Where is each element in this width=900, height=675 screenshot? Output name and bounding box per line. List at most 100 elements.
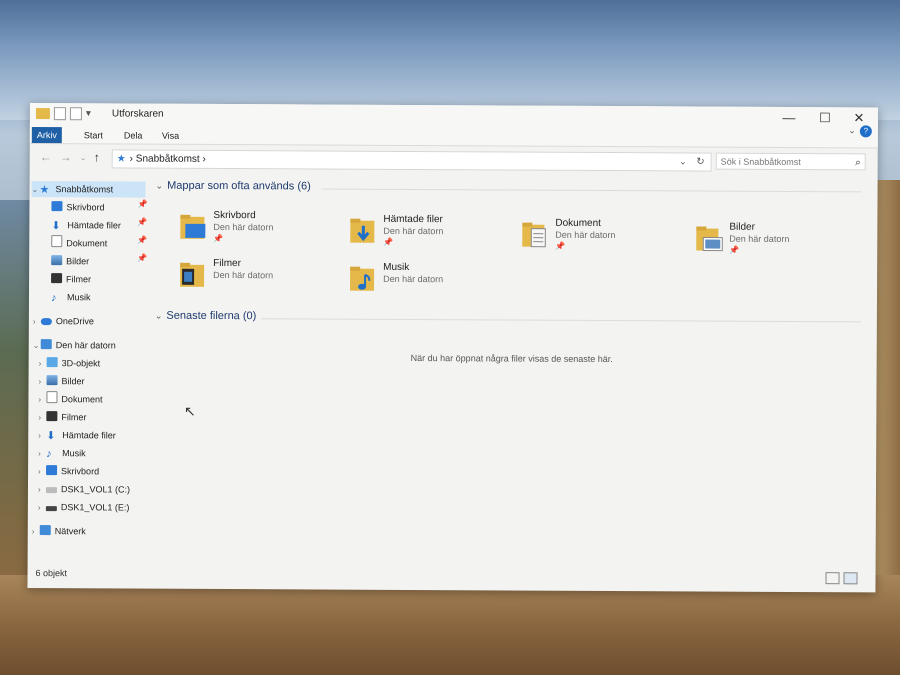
customize-toolbar-icon[interactable]: ▾ xyxy=(86,108,91,119)
cloud-icon xyxy=(40,318,52,326)
expand-arrow-icon[interactable]: › xyxy=(38,392,46,408)
download-arrow-icon: ⬇ xyxy=(51,220,61,233)
sidebar-item-onedrive[interactable]: › OneDrive xyxy=(33,313,94,329)
folder-tile-hamtade-filer[interactable]: Hämtade filer Den här datorn 📌 xyxy=(349,212,509,255)
desktop-wallpaper-sky xyxy=(0,0,900,120)
folder-tile-bilder[interactable]: Bilder Den här datorn 📌 xyxy=(695,219,855,262)
tab-visa[interactable]: Visa xyxy=(156,128,185,144)
pin-icon: 📌 xyxy=(213,233,224,244)
frequent-folders-header[interactable]: ⌄ Mappar som ofta används (6) xyxy=(156,180,311,193)
breadcrumb-quick-access[interactable]: Snabbåtkomst xyxy=(136,154,200,165)
pin-icon[interactable]: 📌 xyxy=(137,254,147,263)
quick-access-toolbar: ▾ xyxy=(35,107,91,121)
minimize-button[interactable]: — xyxy=(774,109,804,127)
back-arrow-icon[interactable]: ← xyxy=(40,150,52,164)
refresh-icon[interactable]: ↻ xyxy=(696,153,704,170)
sidebar-item-den-har-datorn[interactable]: ⌄ Den här datorn xyxy=(33,337,116,353)
sidebar-item-pc-skrivbord[interactable]: › Skrivbord xyxy=(38,463,99,479)
maximize-button[interactable]: ☐ xyxy=(810,109,840,127)
sidebar-item-musik[interactable]: ♪ Musik xyxy=(51,289,91,305)
sidebar-item-bilder[interactable]: Bilder xyxy=(51,253,89,269)
address-bar[interactable]: ★ › Snabbåtkomst › ⌄ ↻ xyxy=(111,149,712,172)
collapse-arrow-icon[interactable]: ⌄ xyxy=(32,182,40,198)
collapse-arrow-icon[interactable]: ⌄ xyxy=(33,338,41,354)
pin-icon[interactable]: 📌 xyxy=(137,236,147,245)
sidebar-item-3d-objekt[interactable]: › 3D-objekt xyxy=(39,355,101,371)
pin-icon[interactable]: 📌 xyxy=(137,200,147,209)
sidebar-item-label: Musik xyxy=(66,292,91,303)
sidebar-item-label: 3D-objekt xyxy=(61,358,101,369)
expand-arrow-icon[interactable]: › xyxy=(39,356,47,372)
sidebar-item-natverk[interactable]: › Nätverk xyxy=(32,523,86,539)
large-icons-view-icon[interactable] xyxy=(843,572,858,585)
address-dropdown-icon[interactable]: ⌄ xyxy=(679,153,687,170)
3d-objects-icon xyxy=(46,357,58,368)
window-title: Utforskaren xyxy=(111,108,164,120)
folder-tile-filmer[interactable]: Filmer Den här datorn xyxy=(179,256,339,299)
sidebar-item-drive-e[interactable]: › DSK1_VOL1 (E:) xyxy=(38,499,130,515)
expand-arrow-icon[interactable]: › xyxy=(38,500,46,516)
document-icon xyxy=(46,391,58,404)
expand-arrow-icon[interactable]: › xyxy=(38,482,46,498)
sidebar-item-pc-dokument[interactable]: › Dokument xyxy=(38,391,103,408)
forward-arrow-icon[interactable]: → xyxy=(60,150,72,164)
tab-start[interactable]: Start xyxy=(78,127,109,143)
sidebar-item-pc-musik[interactable]: › ♪ Musik xyxy=(38,445,86,461)
folder-tile-musik[interactable]: Musik Den här datorn xyxy=(349,260,509,303)
expand-arrow-icon[interactable]: › xyxy=(38,428,46,444)
folder-tile-skrivbord[interactable]: Skrivbord Den här datorn 📌 xyxy=(179,208,339,251)
music-folder-icon xyxy=(350,266,375,291)
folder-name: Skrivbord xyxy=(213,209,256,222)
folder-location: Den här datorn xyxy=(213,269,274,281)
folder-icon xyxy=(35,108,50,120)
recent-files-header[interactable]: ⌄ Senaste filerna (0) xyxy=(155,309,257,323)
expand-arrow-icon[interactable]: › xyxy=(38,410,46,426)
sidebar-item-label: Skrivbord xyxy=(61,466,100,477)
expand-arrow-icon[interactable]: › xyxy=(38,464,46,480)
pin-icon[interactable]: 📌 xyxy=(137,218,147,227)
search-icon: ⌕ xyxy=(855,157,861,169)
sidebar-item-pc-bilder[interactable]: › Bilder xyxy=(39,373,85,389)
sidebar-item-label: Filmer xyxy=(61,412,87,423)
properties-icon[interactable] xyxy=(53,107,66,121)
navigation-pane: ⌄★ Snabbåtkomst Skrivbord 📌 ⬇ Hämtade file… xyxy=(28,181,148,562)
search-input[interactable]: Sök i Snabbåtkomst ⌕ xyxy=(715,152,866,171)
group-divider xyxy=(260,318,861,323)
download-arrow-icon: ⬇ xyxy=(46,430,56,443)
sidebar-item-filmer[interactable]: Filmer xyxy=(51,271,91,287)
up-arrow-icon[interactable]: ↑ xyxy=(94,150,100,164)
expand-arrow-icon[interactable]: › xyxy=(38,446,46,462)
star-icon: ★ xyxy=(39,184,50,197)
folder-location: Den här datorn xyxy=(555,229,616,241)
tab-arkiv[interactable]: Arkiv xyxy=(31,127,62,144)
sidebar-item-hamtade-filer[interactable]: ⬇ Hämtade filer xyxy=(51,217,121,233)
sidebar-item-label: Musik xyxy=(62,448,86,459)
sidebar-item-drive-c[interactable]: › DSK1_VOL1 (C:) xyxy=(38,481,130,497)
details-view-icon[interactable] xyxy=(825,572,840,585)
sidebar-item-skrivbord[interactable]: Skrivbord xyxy=(51,199,104,215)
folder-tile-dokument[interactable]: Dokument Den här datorn 📌 xyxy=(521,216,681,259)
desktop-icon xyxy=(46,465,58,476)
expand-ribbon-icon[interactable]: ⌄ xyxy=(848,125,856,136)
expand-arrow-icon[interactable]: › xyxy=(33,314,41,330)
group-header-label: Senaste filerna (0) xyxy=(166,309,257,323)
group-divider xyxy=(321,188,862,193)
recent-locations-icon[interactable]: ⌄ xyxy=(80,153,87,162)
sidebar-item-label: OneDrive xyxy=(55,316,94,327)
breadcrumb-chevron-icon[interactable]: › xyxy=(200,154,205,165)
tab-dela[interactable]: Dela xyxy=(118,127,149,143)
sidebar-item-dokument[interactable]: Dokument xyxy=(51,235,107,251)
collapse-arrow-icon[interactable]: ⌄ xyxy=(155,311,163,321)
expand-arrow-icon[interactable]: › xyxy=(32,524,40,540)
sidebar-item-pc-filmer[interactable]: › Filmer xyxy=(38,409,86,425)
collapse-arrow-icon[interactable]: ⌄ xyxy=(156,181,164,191)
new-folder-icon[interactable] xyxy=(69,107,82,121)
search-placeholder: Sök i Snabbåtkomst xyxy=(720,156,801,168)
sidebar-item-snabbatkomst[interactable]: ⌄★ Snabbåtkomst xyxy=(31,181,146,198)
expand-arrow-icon[interactable]: › xyxy=(38,374,46,390)
file-explorer-window: ▾ Utforskaren — ☐ ✕ Arkiv Start Dela Vis… xyxy=(27,103,878,593)
help-icon[interactable]: ? xyxy=(859,125,872,138)
sidebar-item-pc-hamtade-filer[interactable]: › ⬇ Hämtade filer xyxy=(38,427,116,443)
folder-location: Den här datorn xyxy=(213,221,274,233)
status-bar: 6 objekt xyxy=(27,565,875,587)
